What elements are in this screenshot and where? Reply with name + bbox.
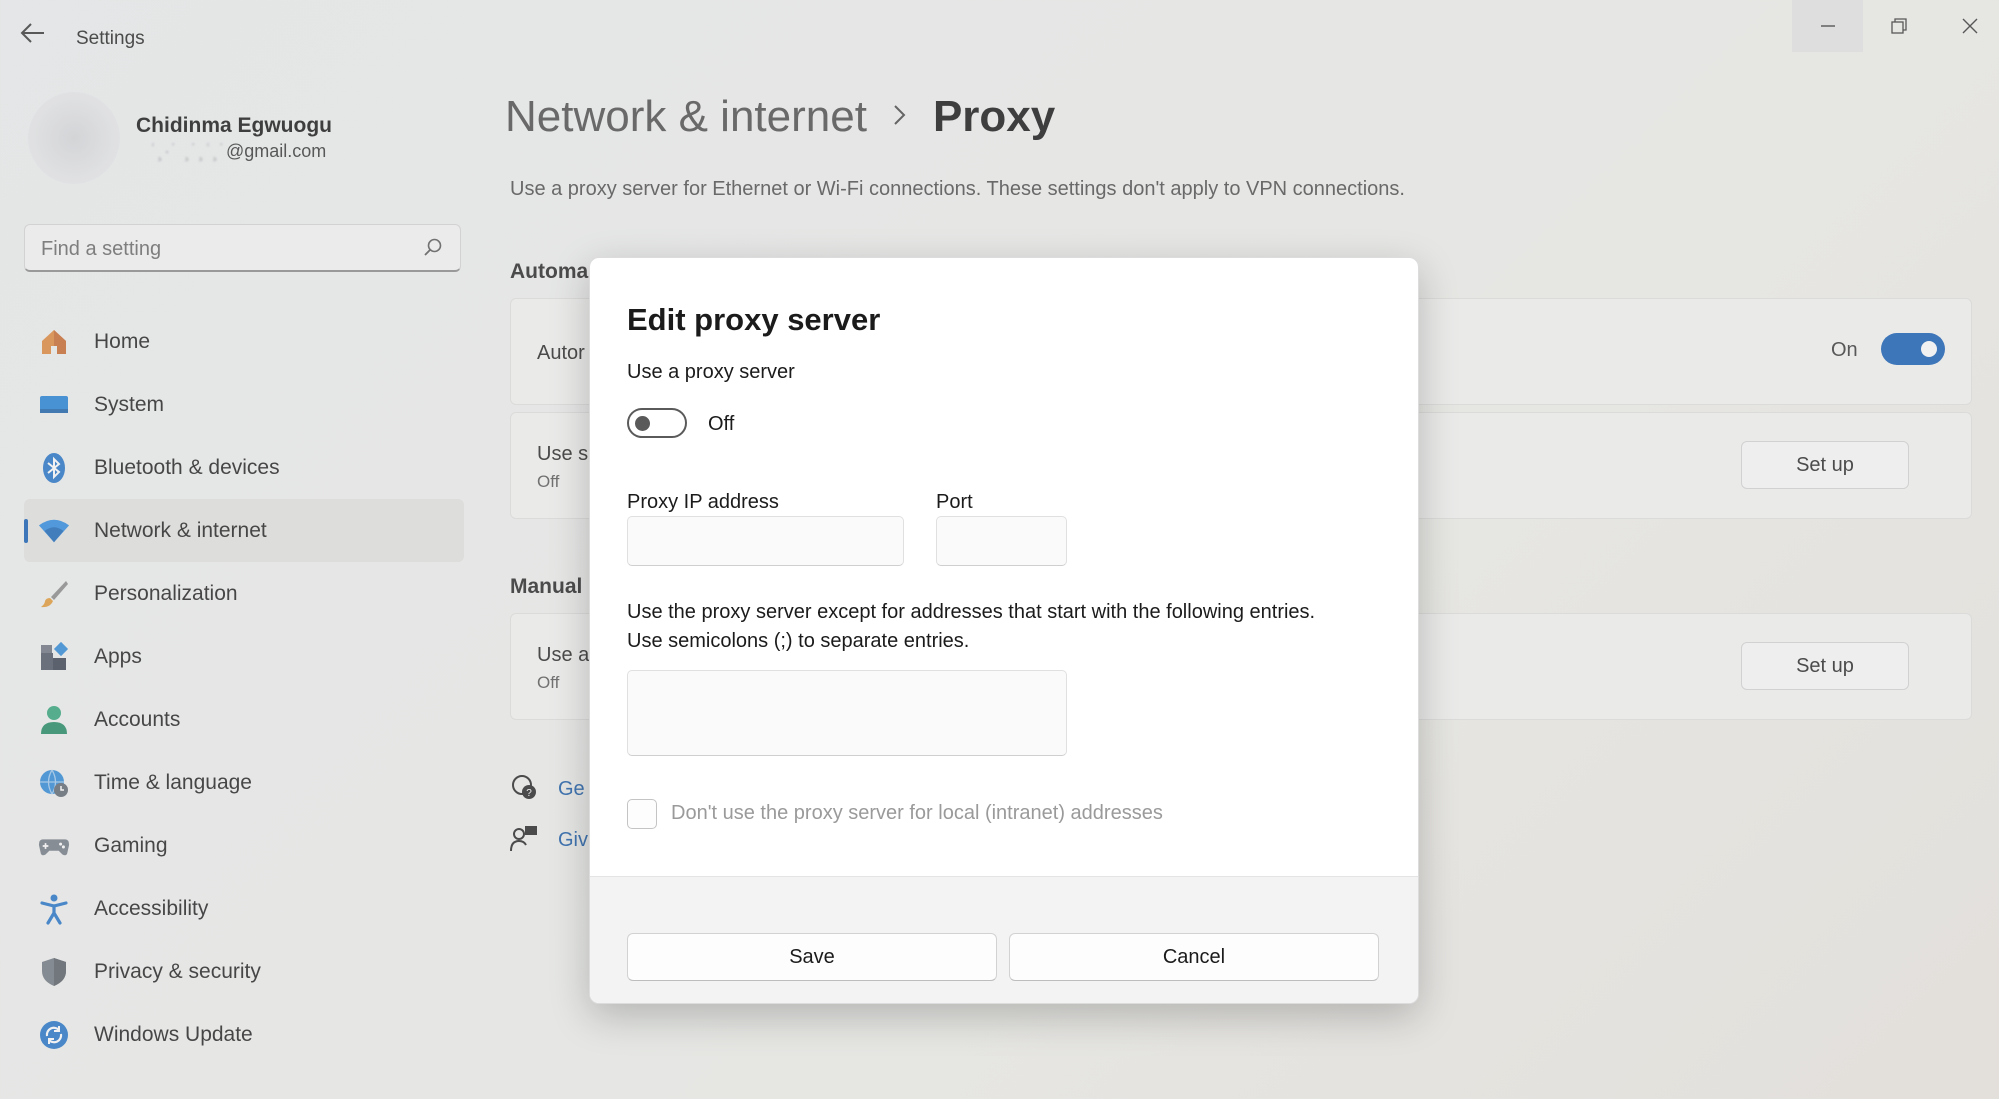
edit-proxy-dialog: Edit proxy server Use a proxy server Off… [589,257,1419,1004]
exceptions-help-line-2: Use semicolons (;) to separate entries. [627,630,970,652]
use-proxy-toggle[interactable] [627,408,687,438]
local-addresses-checkbox[interactable] [627,799,657,829]
use-proxy-toggle-state: Off [708,413,735,435]
proxy-ip-label: Proxy IP address [627,491,779,513]
local-addresses-checkbox-label: Don't use the proxy server for local (in… [671,802,1163,824]
exceptions-help-line-1: Use the proxy server except for addresse… [627,601,1316,623]
exceptions-textarea[interactable] [627,670,1067,756]
proxy-ip-input[interactable] [627,516,904,566]
use-proxy-label: Use a proxy server [627,361,795,383]
exceptions-help-text: Use the proxy server except for addresse… [627,598,1315,656]
port-input[interactable] [936,516,1067,566]
cancel-button[interactable]: Cancel [1009,933,1379,981]
port-label: Port [936,491,973,513]
save-button[interactable]: Save [627,933,997,981]
dialog-title: Edit proxy server [627,302,881,337]
dialog-footer: Save Cancel [590,876,1418,1003]
